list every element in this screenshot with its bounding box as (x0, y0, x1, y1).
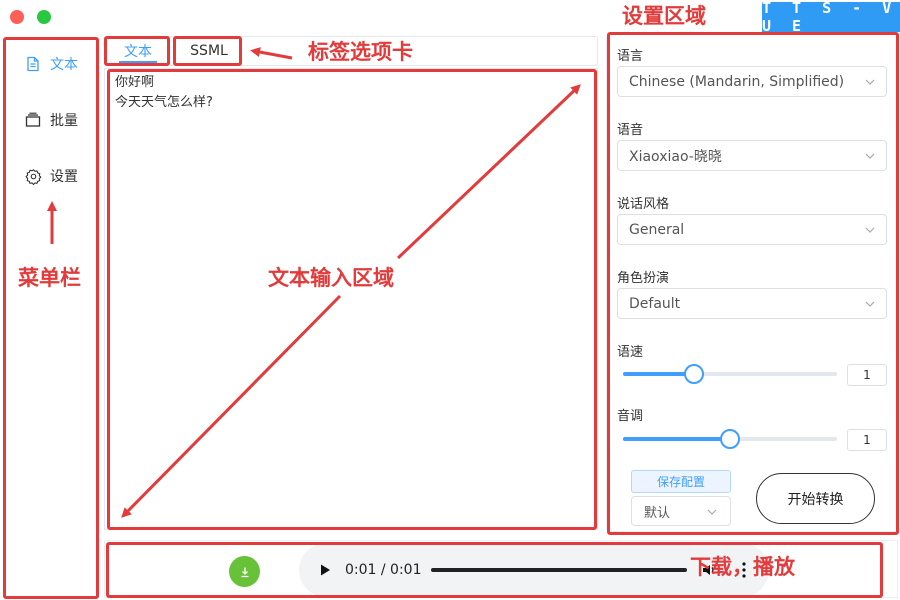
preset-value: 默认 (644, 505, 671, 521)
chevron-down-icon (865, 153, 875, 159)
role-label: 角色扮演 (617, 271, 670, 286)
save-config-button[interactable]: 保存配置 (631, 470, 731, 493)
tab-ssml[interactable]: SSML (175, 37, 243, 65)
voice-label: 语音 (617, 123, 644, 138)
slider-thumb[interactable] (683, 364, 704, 384)
sidebar-menu: 文本 批量 设置 (4, 38, 98, 598)
more-options-icon[interactable] (741, 561, 747, 579)
text-input-area[interactable]: 你好啊 今天天气怎么样? (104, 68, 598, 530)
download-button[interactable] (229, 556, 260, 587)
document-icon (24, 55, 42, 73)
role-select[interactable]: Default (617, 288, 887, 319)
download-icon (241, 567, 248, 577)
chevron-down-icon (865, 301, 875, 307)
pitch-slider[interactable] (623, 429, 837, 449)
chevron-down-icon (865, 227, 875, 233)
app-window: T T S - V U E 文本 批量 设置 文本 SSML 你好啊 今天天气怎… (0, 0, 900, 600)
style-label: 说话风格 (617, 197, 670, 212)
maximize-window-button[interactable] (37, 10, 51, 24)
style-value: General (629, 221, 685, 238)
settings-panel: 语言 Chinese (Mandarin, Simplified) 语音 Xia… (606, 34, 898, 532)
rate-slider[interactable] (623, 364, 837, 384)
playback-progress[interactable] (431, 568, 687, 572)
editor-line: 你好啊 (115, 75, 155, 90)
title-bar: T T S - V U E (0, 0, 900, 35)
pitch-label: 音调 (617, 409, 644, 424)
sidebar-item-batch[interactable]: 批量 (24, 110, 78, 130)
style-select[interactable]: General (617, 214, 887, 245)
gear-icon (24, 167, 42, 185)
role-value: Default (629, 295, 681, 312)
bottom-bar: 0:01 / 0:01 (104, 540, 898, 598)
language-value: Chinese (Mandarin, Simplified) (629, 73, 845, 90)
playback-time: 0:01 / 0:01 (345, 562, 422, 578)
sidebar-item-label: 文本 (50, 57, 78, 73)
sidebar-item-label: 批量 (50, 113, 78, 129)
voice-select[interactable]: Xiaoxiao-晓晓 (617, 140, 887, 171)
sidebar-item-settings[interactable]: 设置 (24, 166, 78, 186)
sidebar-item-label: 设置 (50, 169, 78, 185)
pitch-input[interactable]: 1 (847, 429, 887, 451)
start-convert-button[interactable]: 开始转换 (756, 473, 875, 524)
close-window-button[interactable] (10, 10, 24, 24)
layers-icon (24, 111, 42, 129)
slider-thumb[interactable] (720, 429, 740, 449)
rate-label: 语速 (617, 345, 644, 360)
slider-fill (623, 437, 730, 441)
tab-bar: 文本 SSML (104, 36, 598, 66)
play-icon[interactable] (317, 562, 333, 578)
chevron-down-icon (707, 509, 717, 515)
volume-icon[interactable] (701, 562, 717, 578)
chevron-down-icon (865, 79, 875, 85)
sidebar-item-text[interactable]: 文本 (24, 54, 78, 74)
language-label: 语言 (617, 49, 644, 64)
language-select[interactable]: Chinese (Mandarin, Simplified) (617, 66, 887, 97)
audio-player: 0:01 / 0:01 (299, 543, 769, 597)
voice-value: Xiaoxiao-晓晓 (629, 148, 722, 165)
brand-logo: T T S - V U E (762, 0, 900, 35)
rate-input[interactable]: 1 (847, 364, 887, 386)
editor-line: 今天天气怎么样? (115, 95, 213, 110)
preset-select[interactable]: 默认 (631, 496, 731, 526)
tab-text[interactable]: 文本 (107, 37, 169, 65)
